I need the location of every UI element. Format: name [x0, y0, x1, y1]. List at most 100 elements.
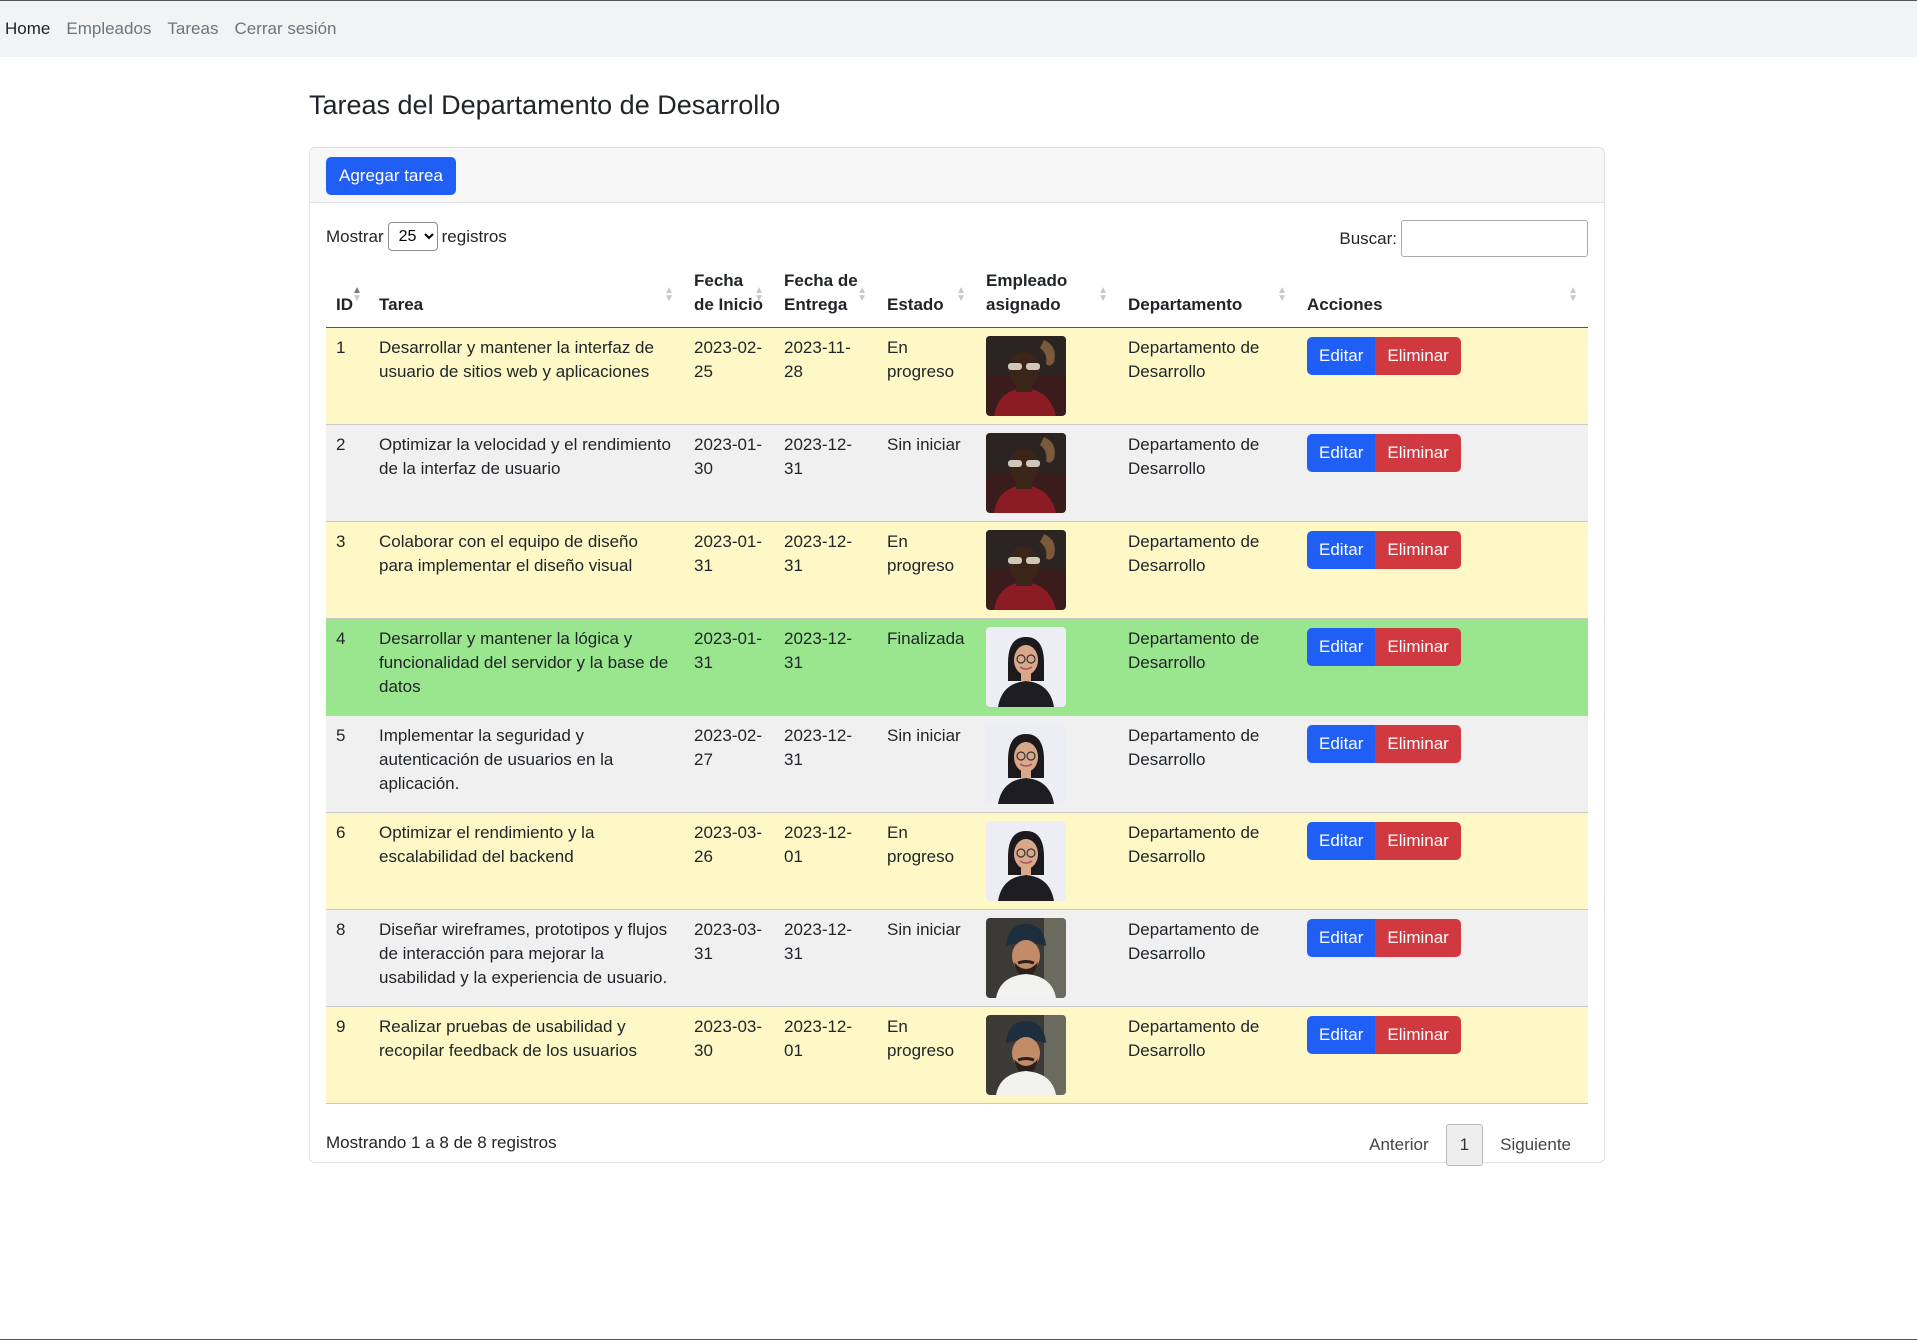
- search-input[interactable]: [1401, 220, 1588, 257]
- cell-start-date: 2023-02-25: [684, 327, 774, 425]
- cell-actions: Editar Eliminar: [1297, 327, 1588, 425]
- row-actions: Editar Eliminar: [1307, 918, 1461, 957]
- cell-employee: [976, 1006, 1118, 1104]
- nav-cerrar-sesion[interactable]: Cerrar sesión: [234, 19, 336, 39]
- cell-employee: [976, 521, 1118, 619]
- cell-due-date: 2023-12-31: [774, 715, 877, 813]
- edit-button[interactable]: Editar: [1307, 336, 1376, 375]
- add-task-button[interactable]: Agregar tarea: [326, 157, 456, 195]
- delete-button[interactable]: Eliminar: [1375, 821, 1461, 860]
- cell-id: 4: [326, 618, 369, 716]
- row-actions: Editar Eliminar: [1307, 530, 1461, 569]
- tasks-table: ID ▲ ▼ Tarea ▲ ▼ Fecha de Inicio ▲ ▼ Fecha de …: [326, 262, 1588, 1104]
- table-row: 8 Diseñar wireframes, prototipos y flujos…: [326, 909, 1588, 1007]
- delete-button[interactable]: Eliminar: [1375, 1015, 1461, 1054]
- table-info: Mostrando 1 a 8 de 8 registros: [326, 1133, 557, 1152]
- delete-button[interactable]: Eliminar: [1375, 433, 1461, 472]
- edit-button[interactable]: Editar: [1307, 433, 1376, 472]
- row-actions: Editar Eliminar: [1307, 627, 1461, 666]
- cell-employee: [976, 618, 1118, 716]
- cell-start-date: 2023-03-26: [684, 812, 774, 910]
- cell-due-date: 2023-12-31: [774, 618, 877, 716]
- cell-actions: Editar Eliminar: [1297, 618, 1588, 716]
- cell-employee: [976, 424, 1118, 522]
- woman-glasses-avatar: [986, 820, 1066, 901]
- card-header: Agregar tarea: [310, 148, 1604, 203]
- column-label: Empleado asignado: [986, 270, 1068, 314]
- edit-button[interactable]: Editar: [1307, 821, 1376, 860]
- cell-start-date: 2023-03-30: [684, 1006, 774, 1104]
- column-header-departamento[interactable]: Departamento ▲ ▼: [1118, 262, 1297, 328]
- cell-task: Desarrollar y mantener la interfaz de us…: [369, 327, 684, 425]
- man-turban-avatar: [986, 1014, 1066, 1095]
- cell-actions: Editar Eliminar: [1297, 812, 1588, 910]
- column-header-id[interactable]: ID ▲ ▼: [326, 262, 369, 328]
- cell-start-date: 2023-01-31: [684, 521, 774, 619]
- nav-tareas[interactable]: Tareas: [167, 19, 218, 39]
- cell-due-date: 2023-11-28: [774, 327, 877, 425]
- page-length-control: Mostrar 25 registros: [326, 222, 507, 251]
- cell-status: En progreso: [877, 1006, 976, 1104]
- search-control: Buscar:: [1339, 220, 1588, 257]
- page-length-select[interactable]: 25: [387, 222, 438, 251]
- column-label: Departamento: [1128, 294, 1243, 314]
- column-header-fecha-inicio[interactable]: Fecha de Inicio ▲ ▼: [684, 262, 774, 328]
- cell-employee: [976, 909, 1118, 1007]
- column-label: Acciones: [1307, 294, 1383, 314]
- sort-icon: ▲ ▼: [754, 284, 764, 304]
- table-body: 1 Desarrollar y mantener la interfaz de u…: [326, 327, 1588, 1104]
- column-header-estado[interactable]: Estado ▲ ▼: [877, 262, 976, 328]
- pagination-page-1[interactable]: 1: [1445, 1124, 1484, 1166]
- pagination-previous[interactable]: Anterior: [1352, 1125, 1446, 1165]
- cell-start-date: 2023-01-30: [684, 424, 774, 522]
- cell-id: 9: [326, 1006, 369, 1104]
- nav-empleados[interactable]: Empleados: [66, 19, 151, 39]
- edit-button[interactable]: Editar: [1307, 1015, 1376, 1054]
- column-header-tarea[interactable]: Tarea ▲ ▼: [369, 262, 684, 328]
- cell-id: 8: [326, 909, 369, 1007]
- delete-button[interactable]: Eliminar: [1375, 627, 1461, 666]
- length-suffix: registros: [441, 226, 507, 246]
- table-header-row: ID ▲ ▼ Tarea ▲ ▼ Fecha de Inicio ▲ ▼ Fecha de …: [326, 262, 1588, 328]
- delete-button[interactable]: Eliminar: [1375, 336, 1461, 375]
- column-header-empleado[interactable]: Empleado asignado ▲ ▼: [976, 262, 1118, 328]
- column-header-acciones[interactable]: Acciones ▲ ▼: [1297, 262, 1588, 328]
- delete-button[interactable]: Eliminar: [1375, 530, 1461, 569]
- cell-due-date: 2023-12-01: [774, 812, 877, 910]
- column-label: Tarea: [379, 294, 424, 314]
- table-row: 5 Implementar la seguridad y autenticació…: [326, 715, 1588, 813]
- edit-button[interactable]: Editar: [1307, 627, 1376, 666]
- cell-due-date: 2023-12-31: [774, 521, 877, 619]
- edit-button[interactable]: Editar: [1307, 530, 1376, 569]
- cell-id: 6: [326, 812, 369, 910]
- cell-task: Optimizar el rendimiento y la escalabili…: [369, 812, 684, 910]
- cell-department: Departamento de Desarrollo: [1118, 424, 1297, 522]
- sort-icon: ▲ ▼: [857, 284, 867, 304]
- card-body: Mostrar 25 registros Buscar: ID ▲ ▼ Tarea ▲…: [326, 203, 1588, 1166]
- cell-start-date: 2023-02-27: [684, 715, 774, 813]
- page-title: Tareas del Departamento de Desarrollo: [309, 90, 781, 120]
- tasks-card: Agregar tarea Mostrar 25 registros Busca…: [309, 147, 1605, 1166]
- cell-task: Realizar pruebas de usabilidad y recopil…: [369, 1006, 684, 1104]
- cell-department: Departamento de Desarrollo: [1118, 521, 1297, 619]
- pagination: Anterior 1 Siguiente: [1352, 1124, 1588, 1166]
- man-sunglasses-avatar: [986, 335, 1066, 416]
- column-header-fecha-entrega[interactable]: Fecha de Entrega ▲ ▼: [774, 262, 877, 328]
- cell-status: Sin iniciar: [877, 909, 976, 1007]
- row-actions: Editar Eliminar: [1307, 433, 1461, 472]
- cell-task: Diseñar wireframes, prototipos y flujos …: [369, 909, 684, 1007]
- delete-button[interactable]: Eliminar: [1375, 918, 1461, 957]
- man-sunglasses-avatar: [986, 529, 1066, 610]
- cell-status: Sin iniciar: [877, 424, 976, 522]
- pagination-next[interactable]: Siguiente: [1483, 1125, 1588, 1165]
- sort-asc-icon: ▲ ▼: [352, 284, 362, 304]
- edit-button[interactable]: Editar: [1307, 918, 1376, 957]
- table-row: 2 Optimizar la velocidad y el rendimiento…: [326, 424, 1588, 522]
- edit-button[interactable]: Editar: [1307, 724, 1376, 763]
- delete-button[interactable]: Eliminar: [1375, 724, 1461, 763]
- nav-home[interactable]: Home: [5, 19, 50, 39]
- man-sunglasses-avatar: [986, 432, 1066, 513]
- table-row: 4 Desarrollar y mantener la lógica y func…: [326, 618, 1588, 716]
- sort-icon: ▲ ▼: [1098, 284, 1108, 304]
- cell-actions: Editar Eliminar: [1297, 521, 1588, 619]
